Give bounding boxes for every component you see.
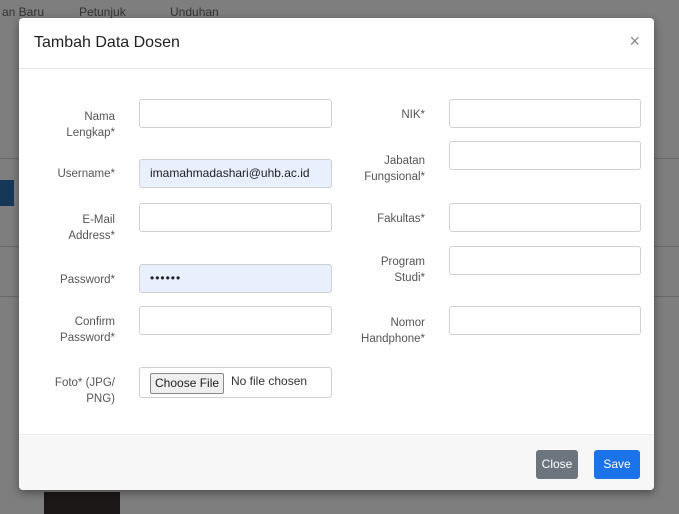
close-button[interactable]: Close: [536, 450, 578, 479]
phone-number-input[interactable]: [449, 306, 641, 335]
password-input[interactable]: ••••••: [139, 264, 332, 293]
password-label: Password*: [60, 274, 115, 286]
functional-position-label: Jabatan Fungsional*: [364, 155, 425, 183]
full-name-label: Nama Lengkap*: [66, 111, 115, 139]
nik-input[interactable]: [449, 99, 641, 128]
email-label: E-Mail Address*: [68, 214, 115, 242]
close-icon[interactable]: ×: [629, 31, 640, 52]
confirm-password-input[interactable]: [139, 306, 332, 335]
faculty-input[interactable]: [449, 203, 641, 232]
phone-number-label: Nomor Handphone*: [361, 317, 425, 345]
faculty-label: Fakultas*: [377, 213, 425, 225]
photo-file-input[interactable]: Choose File No file chosen: [139, 367, 332, 398]
functional-position-input[interactable]: [449, 141, 641, 170]
modal-header: Tambah Data Dosen ×: [19, 18, 654, 69]
nik-label: NIK*: [401, 109, 425, 121]
study-program-input[interactable]: [449, 246, 641, 275]
add-lecturer-modal: Tambah Data Dosen × Nama Lengkap* Userna…: [19, 18, 654, 490]
modal-footer: Close Save: [19, 434, 654, 490]
photo-label: Foto* (JPG/ PNG): [54, 377, 115, 405]
study-program-label: Program Studi*: [380, 256, 425, 284]
username-label: Username*: [57, 168, 115, 180]
choose-file-button[interactable]: Choose File: [150, 373, 225, 394]
email-input[interactable]: [139, 203, 332, 232]
full-name-input[interactable]: [139, 99, 332, 128]
modal-title: Tambah Data Dosen: [34, 34, 180, 51]
file-status: No file chosen: [231, 374, 308, 388]
username-input[interactable]: imamahmadashari@uhb.ac.id: [139, 159, 332, 188]
modal-body: Nama Lengkap* Username* imamahmadashari@…: [19, 69, 654, 434]
save-button[interactable]: Save: [594, 450, 640, 479]
confirm-password-label: Confirm Password*: [60, 316, 115, 344]
